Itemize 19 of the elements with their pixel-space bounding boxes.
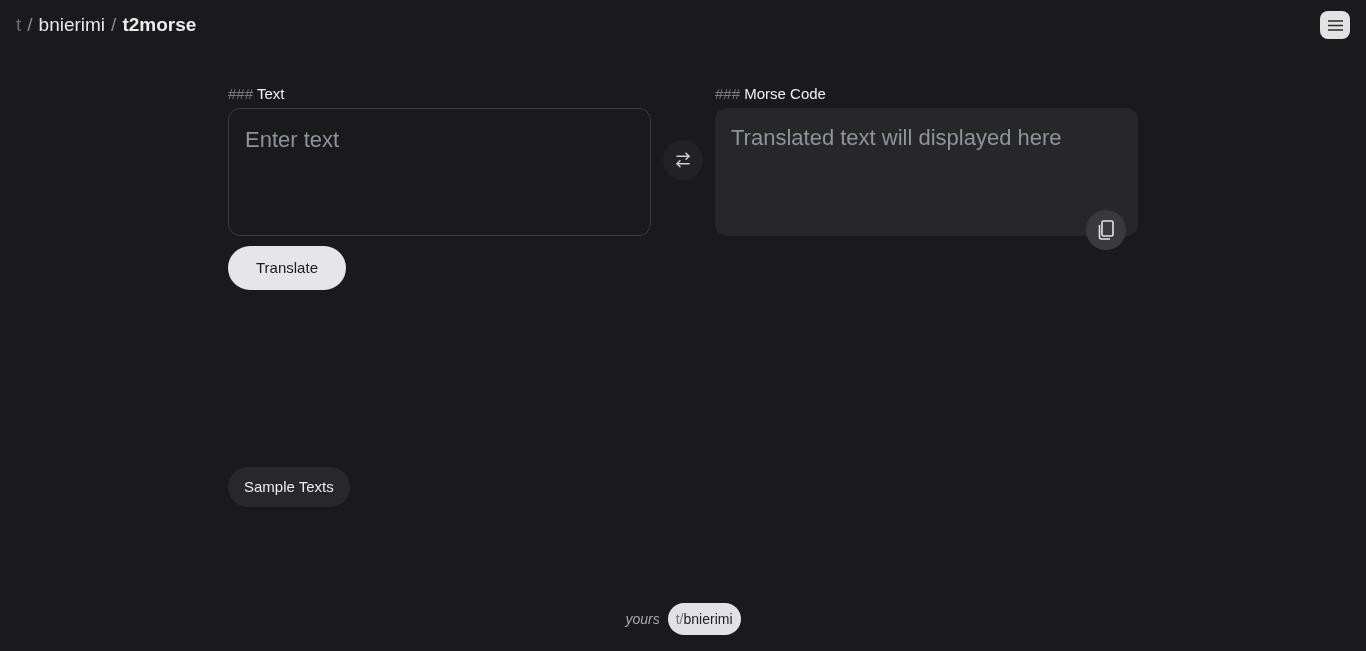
- path-separator: /: [111, 13, 117, 37]
- text-input-field[interactable]: Enter text: [228, 108, 651, 236]
- footer-label: yours: [625, 609, 660, 629]
- user-link[interactable]: bnierimi: [38, 13, 106, 37]
- swap-arrows-icon: [674, 151, 692, 169]
- prefix-text: t: [16, 13, 22, 37]
- panel-heading: ### Morse Code: [715, 84, 827, 104]
- morse-output-field[interactable]: Translated text will displayed here: [715, 108, 1138, 236]
- swap-button[interactable]: [663, 140, 703, 180]
- sample-texts-button[interactable]: Sample Texts: [228, 467, 350, 507]
- copy-button[interactable]: [1086, 210, 1126, 250]
- menu-icon: [1327, 19, 1343, 31]
- menu-button[interactable]: [1320, 11, 1350, 39]
- copy-icon: [1098, 220, 1114, 240]
- path-separator: /: [27, 13, 33, 37]
- panel-heading: ### Text: [228, 84, 286, 104]
- translate-button[interactable]: Translate: [228, 246, 346, 290]
- author-badge-link[interactable]: t/bnierimi: [667, 603, 741, 635]
- project-title: t2morse: [122, 13, 197, 37]
